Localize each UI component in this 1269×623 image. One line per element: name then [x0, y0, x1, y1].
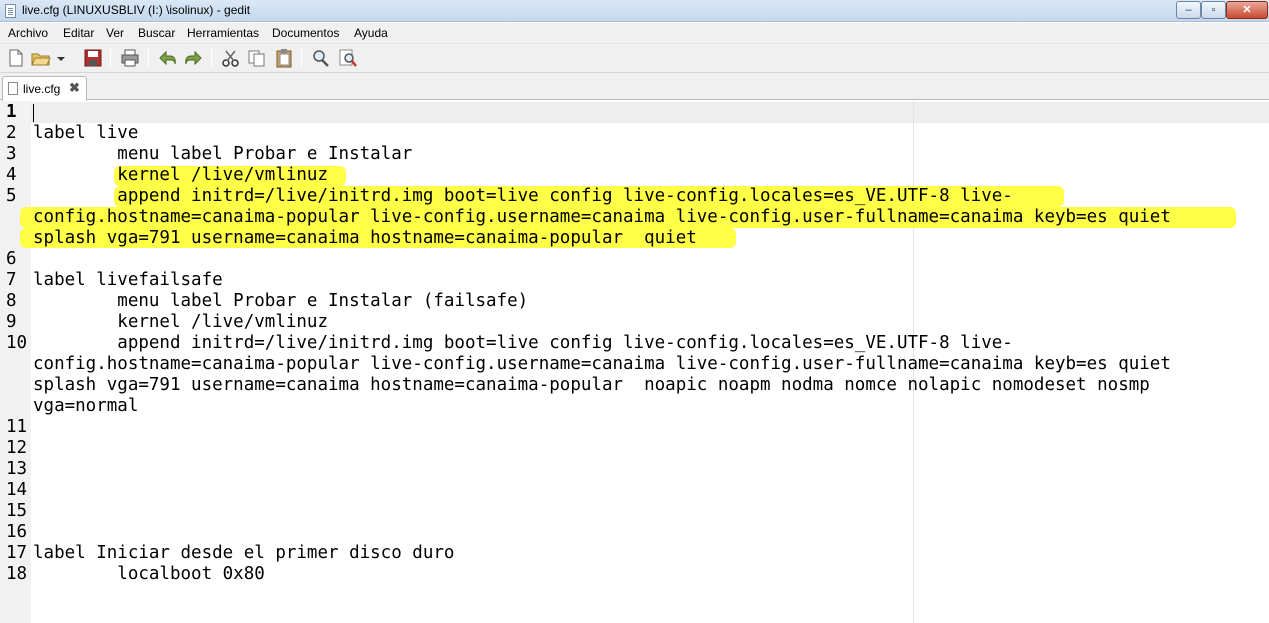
gedit-app-icon — [5, 4, 16, 18]
line-number: 13 — [6, 459, 28, 479]
line-number: 18 — [6, 564, 28, 584]
line-text: label livefailsafe — [33, 270, 223, 290]
close-window-button[interactable]: ✕ — [1226, 1, 1268, 19]
code-line: 11 — [0, 417, 1269, 438]
code-line: 14 — [0, 480, 1269, 501]
tab-bar: live.cfg ✖ — [0, 73, 1269, 101]
menu-documentos[interactable]: Documentos — [272, 26, 339, 40]
toolbar-separator — [148, 49, 149, 67]
toolbar-separator — [301, 49, 302, 67]
line-text: label live — [33, 123, 139, 143]
menu-buscar[interactable]: Buscar — [138, 26, 175, 40]
line-text: kernel /live/vmlinuz — [33, 312, 329, 332]
code-line: 6 — [0, 249, 1269, 270]
toolbar-separator — [110, 49, 111, 67]
code-line-wrapped: splash vga=791 username=canaima hostname… — [0, 228, 1269, 249]
code-line: 17 label Iniciar desde el primer disco du… — [0, 543, 1269, 564]
line-text: splash vga=791 username=canaima hostname… — [33, 375, 1150, 395]
line-number: 11 — [6, 417, 28, 437]
line-text: label Iniciar desde el primer disco duro — [33, 543, 455, 563]
text-editor[interactable]: 1 2 label live 3 menu label Probar e Inst… — [0, 101, 1269, 623]
cut-icon[interactable] — [220, 48, 242, 68]
line-number: 2 — [6, 123, 17, 143]
minimize-button[interactable]: ‒ — [1176, 1, 1201, 19]
line-text: menu label Probar e Instalar (failsafe) — [33, 291, 529, 311]
undo-icon[interactable] — [157, 48, 179, 68]
code-lines: 1 2 label live 3 menu label Probar e Inst… — [0, 102, 1269, 585]
find-icon[interactable] — [310, 48, 332, 68]
text-cursor — [33, 104, 34, 122]
line-text: kernel /live/vmlinuz — [33, 165, 329, 185]
code-line-wrapped: config.hostname=canaima-popular live-con… — [0, 207, 1269, 228]
code-line: 1 — [0, 102, 1269, 123]
line-number: 14 — [6, 480, 28, 500]
code-line: 7 label livefailsafe — [0, 270, 1269, 291]
line-text: splash vga=791 username=canaima hostname… — [33, 228, 697, 248]
line-text: append initrd=/live/initrd.img boot=live… — [33, 333, 1013, 353]
line-number: 8 — [6, 291, 17, 311]
line-number: 12 — [6, 438, 28, 458]
line-number: 15 — [6, 501, 28, 521]
line-text: localboot 0x80 — [33, 564, 265, 584]
menu-ver[interactable]: Ver — [106, 26, 124, 40]
menu-archivo[interactable]: Archivo — [8, 26, 48, 40]
line-text: menu label Probar e Instalar — [33, 144, 413, 164]
paste-icon[interactable] — [273, 48, 295, 68]
toolbar-separator — [211, 49, 212, 67]
tab-live-cfg[interactable]: live.cfg ✖ — [2, 76, 87, 101]
text-file-icon — [8, 82, 18, 95]
line-number: 16 — [6, 522, 28, 542]
open-icon[interactable] — [30, 48, 52, 68]
print-icon[interactable] — [119, 48, 141, 68]
code-line: 18 localboot 0x80 — [0, 564, 1269, 585]
code-line: 4 kernel /live/vmlinuz — [0, 165, 1269, 186]
code-line-wrapped: config.hostname=canaima-popular live-con… — [0, 354, 1269, 375]
line-number: 3 — [6, 144, 17, 164]
line-number: 1 — [6, 102, 17, 122]
menu-ayuda[interactable]: Ayuda — [354, 26, 388, 40]
line-number: 9 — [6, 312, 17, 332]
line-number: 10 — [6, 333, 28, 353]
line-text: vga=normal — [33, 396, 139, 416]
maximize-button[interactable]: ▫ — [1201, 1, 1226, 19]
title-bar[interactable]: live.cfg (LINUXUSBLIV (I:) \isolinux) - … — [0, 0, 1269, 22]
tab-label: live.cfg — [23, 82, 61, 96]
menu-herramientas[interactable]: Herramientas — [187, 26, 259, 40]
code-line: 5 append initrd=/live/initrd.img boot=li… — [0, 186, 1269, 207]
redo-icon[interactable] — [182, 48, 204, 68]
code-line: 15 — [0, 501, 1269, 522]
menu-editar[interactable]: Editar — [63, 26, 94, 40]
line-number: 7 — [6, 270, 17, 290]
menu-bar: Archivo Editar Ver Buscar Herramientas D… — [0, 23, 1269, 44]
find-replace-icon[interactable] — [337, 48, 359, 68]
code-line: 2 label live — [0, 123, 1269, 144]
line-number: 17 — [6, 543, 28, 563]
open-dropdown-icon[interactable] — [54, 48, 68, 68]
line-text: config.hostname=canaima-popular live-con… — [33, 207, 1171, 227]
code-line-wrapped: vga=normal — [0, 396, 1269, 417]
copy-icon[interactable] — [246, 48, 268, 68]
line-number: 6 — [6, 249, 17, 269]
code-line: 3 menu label Probar e Instalar — [0, 144, 1269, 165]
code-line: 13 — [0, 459, 1269, 480]
toolbar — [0, 44, 1269, 73]
line-text: config.hostname=canaima-popular live-con… — [33, 354, 1171, 374]
new-document-icon[interactable] — [5, 48, 27, 68]
code-line: 9 kernel /live/vmlinuz — [0, 312, 1269, 333]
code-line: 12 — [0, 438, 1269, 459]
window-title: live.cfg (LINUXUSBLIV (I:) \isolinux) - … — [22, 3, 251, 17]
line-number: 4 — [6, 165, 17, 185]
code-line: 16 — [0, 522, 1269, 543]
line-number: 5 — [6, 186, 17, 206]
code-line-wrapped: splash vga=791 username=canaima hostname… — [0, 375, 1269, 396]
save-icon[interactable] — [82, 48, 104, 68]
code-line: 10 append initrd=/live/initrd.img boot=l… — [0, 333, 1269, 354]
code-line: 8 menu label Probar e Instalar (failsafe… — [0, 291, 1269, 312]
tab-close-icon[interactable]: ✖ — [69, 80, 80, 96]
line-text: append initrd=/live/initrd.img boot=live… — [33, 186, 1013, 206]
